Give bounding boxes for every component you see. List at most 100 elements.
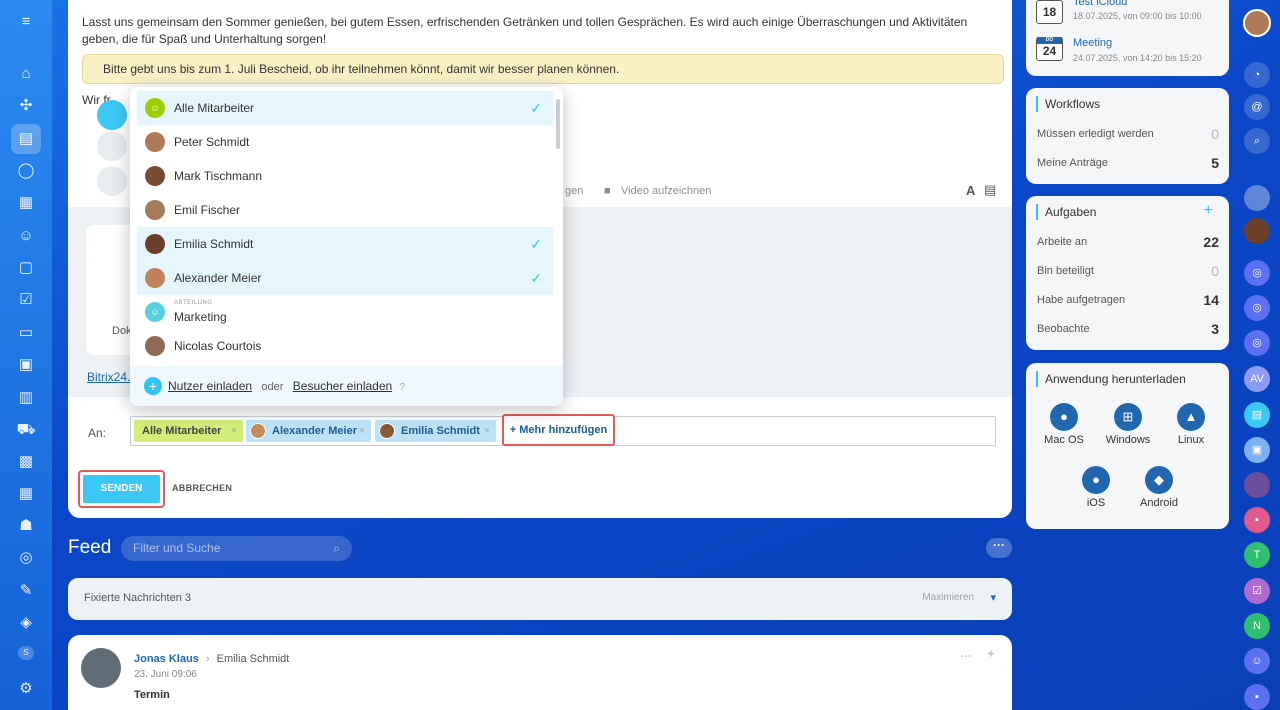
- search-icon[interactable]: ⌕: [1244, 128, 1270, 154]
- popup-item-user[interactable]: Emil Fischer: [137, 193, 553, 227]
- event-title[interactable]: Test iCloud: [1073, 0, 1127, 8]
- chat-icon[interactable]: ◯: [16, 161, 36, 181]
- contact-avatar[interactable]: [1244, 472, 1270, 498]
- android-icon[interactable]: ◆: [1145, 466, 1173, 494]
- contact-initials-av[interactable]: AV: [1244, 366, 1270, 392]
- remove-chip-icon[interactable]: ×: [359, 420, 365, 442]
- popup-item-department[interactable]: ☺ ABTEILUNG Marketing: [137, 295, 553, 329]
- tasks-icon[interactable]: ☑: [16, 290, 36, 310]
- remove-chip-icon[interactable]: ×: [231, 420, 237, 442]
- feed-icon[interactable]: ▤: [16, 129, 36, 149]
- app-label[interactable]: Android: [1124, 497, 1194, 509]
- app-label[interactable]: Mac OS: [1029, 434, 1099, 446]
- panel-toggle-icon[interactable]: ▤: [984, 182, 996, 198]
- contact-avatar[interactable]: [1244, 185, 1270, 211]
- chat-icon[interactable]: ◎: [1244, 330, 1270, 356]
- analytics-icon[interactable]: ▥: [16, 388, 36, 408]
- puzzle-icon[interactable]: ✣: [16, 96, 36, 116]
- popup-item-user[interactable]: Peter Schmidt: [137, 125, 553, 159]
- record-video-label[interactable]: Video aufzeichnen: [621, 185, 711, 197]
- contact-avatar[interactable]: [1244, 218, 1270, 244]
- at-icon[interactable]: @: [1244, 94, 1270, 120]
- app-label[interactable]: Windows: [1093, 434, 1163, 446]
- workflows-title[interactable]: Workflows: [1045, 97, 1100, 111]
- workflow-row[interactable]: Müssen erledigt werden 0: [1037, 126, 1219, 142]
- remove-chip-icon[interactable]: ×: [484, 420, 490, 442]
- popup-item-user[interactable]: Alexander Meier ✓: [137, 261, 553, 295]
- feed-search-input[interactable]: Filter und Suche ⌕: [121, 536, 352, 561]
- author-avatar[interactable]: [81, 648, 121, 688]
- send-button[interactable]: SENDEN: [83, 475, 160, 503]
- task-row[interactable]: Arbeite an 22: [1037, 234, 1219, 250]
- contact-initial-n[interactable]: N: [1244, 613, 1270, 639]
- plus-icon[interactable]: +: [144, 377, 162, 395]
- popup-scrollbar[interactable]: [556, 99, 560, 149]
- more-options-button[interactable]: ···: [986, 538, 1012, 558]
- cancel-button[interactable]: ABBRECHEN: [172, 483, 232, 493]
- recipient-chip-user[interactable]: Emilia Schmidt ×: [375, 420, 496, 442]
- robot-icon[interactable]: ☗: [16, 516, 36, 536]
- presentation-icon[interactable]: ▣: [16, 355, 36, 375]
- contact-initial-t[interactable]: T: [1244, 542, 1270, 568]
- app-label[interactable]: iOS: [1061, 497, 1131, 509]
- home-icon[interactable]: ⌂: [16, 64, 36, 84]
- task-row[interactable]: Habe aufgetragen 14: [1037, 292, 1219, 308]
- video-record-icon[interactable]: ■: [604, 185, 611, 197]
- search-circle-icon[interactable]: [97, 100, 127, 130]
- bitrix-link[interactable]: Bitrix24.I: [87, 370, 134, 384]
- schedule-icon[interactable]: ▦: [16, 484, 36, 504]
- cart-icon[interactable]: ⛟: [16, 420, 36, 440]
- windows-icon[interactable]: ⊞: [1114, 403, 1142, 431]
- document-icon[interactable]: ▢: [16, 258, 36, 278]
- calendar-icon[interactable]: ▦: [16, 193, 36, 213]
- sign-icon[interactable]: ✎: [16, 581, 36, 601]
- event-title[interactable]: Meeting: [1073, 37, 1112, 49]
- chat-icon[interactable]: ◎: [1244, 295, 1270, 321]
- popup-item-alle-mitarbeiter[interactable]: ☺ Alle Mitarbeiter ✓: [137, 91, 553, 125]
- pin-icon[interactable]: ▾: [990, 578, 996, 618]
- apple-icon[interactable]: ●: [1082, 466, 1110, 494]
- apple-icon[interactable]: ●: [1050, 403, 1078, 431]
- post-menu-icon[interactable]: ···: [960, 649, 972, 663]
- badge-icon[interactable]: ◈: [16, 613, 36, 633]
- text-format-icon[interactable]: A: [966, 183, 975, 198]
- notifications-icon[interactable]: ◔: [1244, 62, 1270, 88]
- tasks-icon[interactable]: ☑: [1244, 578, 1270, 604]
- user-circle-icon[interactable]: [97, 131, 127, 161]
- invite-users-link[interactable]: Nutzer einladen: [168, 379, 252, 393]
- popup-item-user[interactable]: Nicolas Courtois: [137, 329, 553, 363]
- invite-guests-link[interactable]: Besucher einladen: [293, 379, 392, 393]
- target-icon[interactable]: ◎: [16, 548, 36, 568]
- post-pin-icon[interactable]: ✦: [986, 647, 996, 661]
- users-icon[interactable]: ☺: [16, 226, 36, 246]
- task-row[interactable]: Beobachte 3: [1037, 321, 1219, 337]
- chat-icon[interactable]: ◎: [1244, 260, 1270, 286]
- tasks-title[interactable]: Aufgaben: [1045, 205, 1096, 219]
- group-icon[interactable]: ☺: [1244, 648, 1270, 674]
- recipient-chip-all[interactable]: Alle Mitarbeiter ×: [134, 420, 243, 442]
- help-icon[interactable]: ?: [400, 382, 406, 393]
- add-task-button[interactable]: +: [1204, 202, 1213, 220]
- drive-icon[interactable]: ▭: [16, 323, 36, 343]
- recipient-chip-user[interactable]: Alexander Meier ×: [246, 420, 371, 442]
- post-recipient[interactable]: Emilia Schmidt: [217, 653, 290, 665]
- pinned-messages-bar[interactable]: Fixierte Nachrichten 3 Maximieren ▾: [68, 578, 1012, 620]
- message-icon[interactable]: ▤: [1244, 402, 1270, 428]
- settings-icon[interactable]: ⚙: [16, 679, 36, 699]
- maximize-link[interactable]: Maximieren: [922, 578, 974, 618]
- menu-icon[interactable]: ≡: [16, 12, 36, 32]
- add-more-button[interactable]: + Mehr hinzufügen: [502, 414, 615, 446]
- workflow-row[interactable]: Meine Anträge 5: [1037, 155, 1219, 171]
- app-label[interactable]: Linux: [1156, 434, 1226, 446]
- inbox-icon[interactable]: ▩: [16, 452, 36, 472]
- s-badge[interactable]: S: [18, 646, 34, 660]
- image-icon[interactable]: ▣: [1244, 437, 1270, 463]
- search-icon[interactable]: ⌕: [333, 536, 340, 561]
- popup-item-user[interactable]: Mark Tischmann: [137, 159, 553, 193]
- linux-icon[interactable]: ▲: [1177, 403, 1205, 431]
- user-avatar[interactable]: [1243, 9, 1271, 37]
- popup-item-user[interactable]: Emilia Schmidt ✓: [137, 227, 553, 261]
- task-row[interactable]: Bin beteiligt 0: [1037, 263, 1219, 279]
- post-author[interactable]: Jonas Klaus: [134, 653, 199, 665]
- lock-icon[interactable]: ▪: [1244, 507, 1270, 533]
